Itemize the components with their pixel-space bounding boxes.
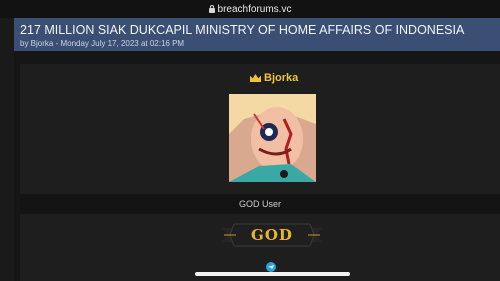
address-bar[interactable]: breachforums.vc [0,0,500,18]
avatar-image [229,94,316,182]
crown-icon [250,74,261,82]
thread-meta: by Bjorka - Monday July 17, 2023 at 02:1… [20,39,185,48]
user-rank-title: GOD User [20,194,500,214]
url-text: breachforums.vc [217,3,292,15]
sidebar-edge [0,18,14,281]
telegram-icon[interactable] [266,262,276,272]
screen: breachforums.vc 217 MILLION SIAK DUKCAPI… [0,0,500,281]
avatar[interactable] [229,94,316,182]
thread-header: 217 MILLION SIAK DUKCAPIL MINISTRY OF HO… [14,18,500,51]
thread-title: 217 MILLION SIAK DUKCAPIL MINISTRY OF HO… [20,23,465,37]
author-username-label: Bjorka [264,72,299,84]
badge-label: GOD [251,226,293,244]
author-username[interactable]: Bjorka [250,72,298,84]
god-badge: GOD [222,222,322,248]
lock-icon [208,4,215,13]
home-indicator[interactable] [195,272,350,276]
